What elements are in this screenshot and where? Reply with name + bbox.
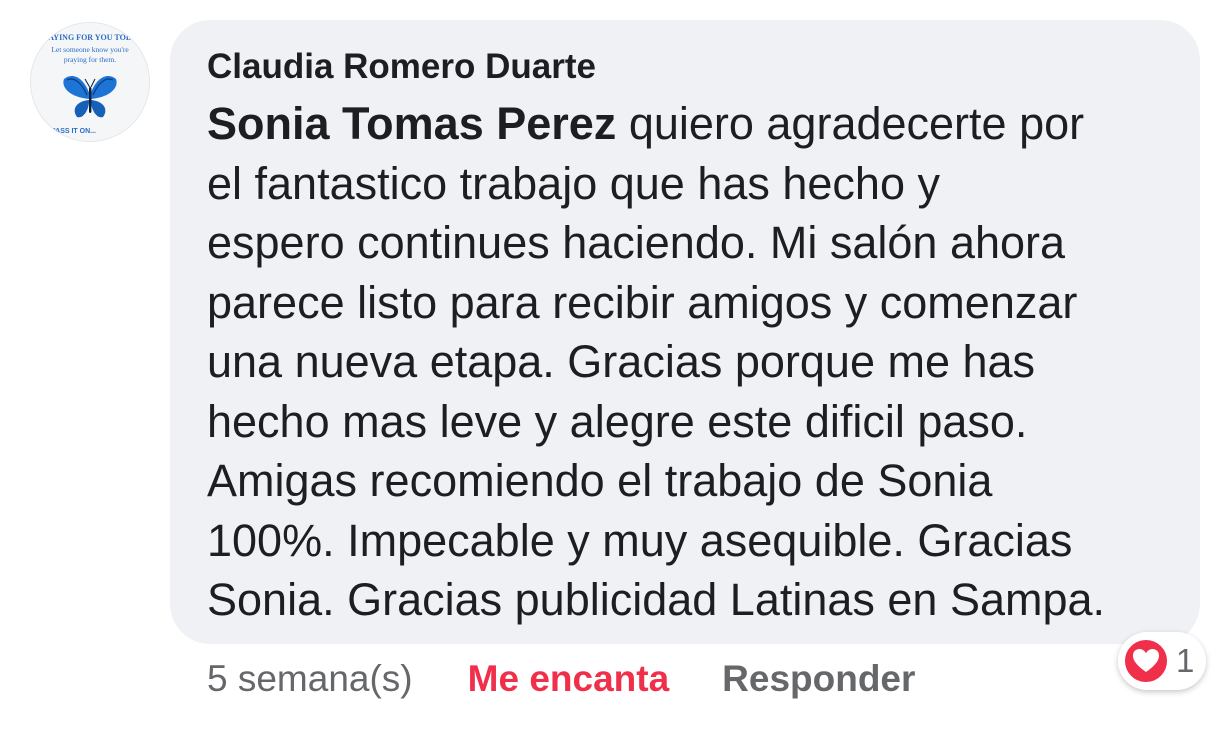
comment-line-3: espero continues haciendo. Mi salón ahor…	[207, 217, 1066, 268]
avatar-image: PRAYING FOR YOU TODAY Let someone know y…	[31, 23, 149, 141]
comment-line-8: 100%. Impecable y muy asequible. Gracias	[207, 514, 1073, 566]
reaction-count: 1	[1176, 642, 1195, 679]
avatar[interactable]: PRAYING FOR YOU TODAY Let someone know y…	[30, 22, 150, 142]
comment-timestamp[interactable]: 5 semana(s)	[207, 658, 413, 700]
love-reaction-button[interactable]: Me encanta	[468, 658, 670, 700]
mention-link[interactable]: Sonia Tomas Perez	[207, 98, 616, 149]
avatar-line-2: Let someone know you're	[51, 45, 129, 54]
comment-line-5: una nueva etapa. Gracias porque me has	[207, 336, 1036, 387]
comment-actions: 5 semana(s) Me encanta Responder	[207, 655, 915, 703]
avatar-line-1: PRAYING FOR YOU TODAY	[38, 33, 143, 42]
comment-line-9: Sonia. Gracias publicidad Latinas en Sam…	[207, 574, 1106, 625]
comment-body: Sonia Tomas Perez quiero agradecerte por…	[207, 94, 1170, 630]
comment-author[interactable]: Claudia Romero Duarte	[207, 44, 1170, 90]
avatar-line-3: praying for them.	[64, 55, 116, 64]
heart-icon	[1123, 638, 1169, 684]
comment-line-4: parece listo para recibir amigos y comen…	[207, 276, 1078, 328]
reply-button[interactable]: Responder	[722, 658, 915, 700]
comment-line-2: el fantastico trabajo que has hecho y	[207, 157, 940, 209]
comment-line-6: hecho mas leve y alegre este dificil pas…	[207, 395, 1028, 447]
avatar-line-4: PASS IT ON...	[51, 128, 96, 135]
comment-bubble: Claudia Romero Duarte Sonia Tomas Perez …	[170, 20, 1200, 644]
comment-line-1: Sonia Tomas Perez quiero agradecerte por	[207, 94, 1170, 154]
reaction-summary[interactable]: 1	[1118, 632, 1207, 690]
comment-line-7: Amigas recomiendo el trabajo de Sonia	[207, 455, 993, 506]
comment-text: quiero agradecerte por	[616, 98, 1085, 149]
